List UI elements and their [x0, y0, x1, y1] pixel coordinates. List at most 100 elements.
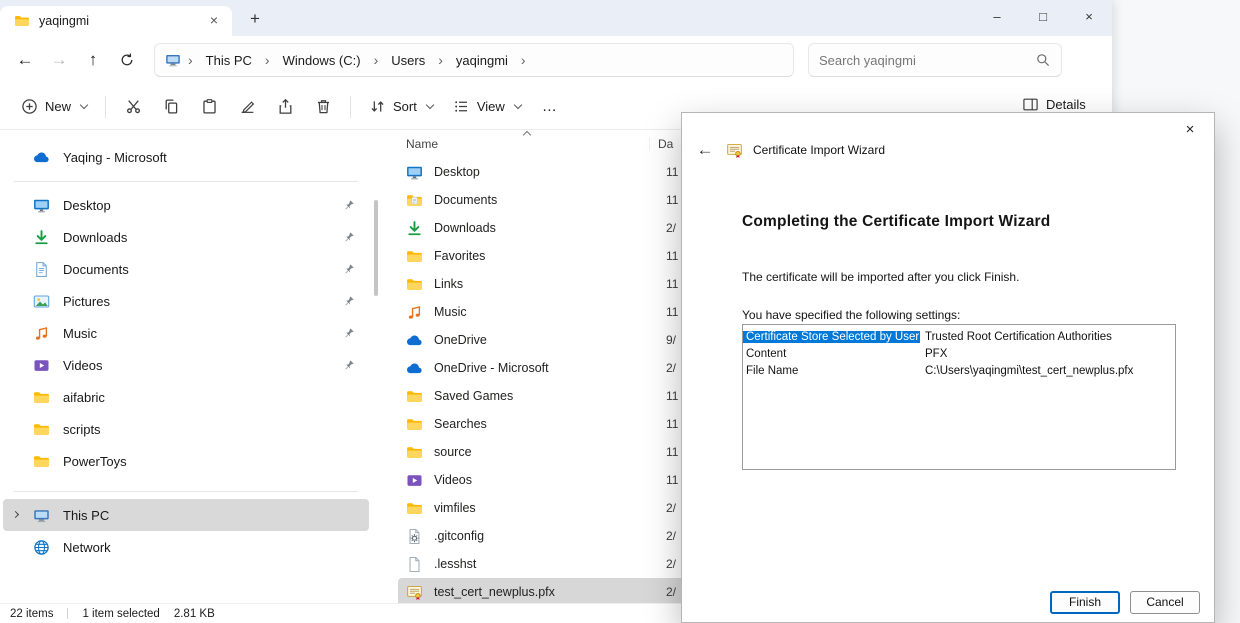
paste-button[interactable]: [191, 91, 227, 123]
selection-count: 1 item selected: [82, 608, 159, 620]
breadcrumb-separator: ›: [369, 52, 384, 68]
file-date: 11: [658, 165, 678, 179]
breadcrumb-users[interactable]: Users: [385, 50, 431, 71]
folder-icon: [33, 453, 50, 470]
chevron-down-icon: [514, 101, 522, 109]
sidebar-item-pictures[interactable]: Pictures: [3, 285, 369, 317]
refresh-button[interactable]: [110, 43, 144, 77]
file-name: source: [434, 445, 472, 459]
sidebar-item-label: Documents: [63, 262, 129, 277]
sidebar-item-music[interactable]: Music: [3, 317, 369, 349]
close-button[interactable]: ×: [1066, 0, 1112, 36]
column-header-name[interactable]: Name: [398, 137, 650, 151]
settings-row[interactable]: Content PFX: [743, 345, 1175, 362]
sidebar-item-scripts[interactable]: scripts: [3, 413, 369, 445]
music-icon: [33, 325, 50, 342]
settings-list[interactable]: Certificate Store Selected by User Trust…: [742, 324, 1176, 470]
cancel-button[interactable]: Cancel: [1130, 591, 1200, 614]
search-icon: [1035, 52, 1051, 68]
setting-value: PFX: [920, 348, 947, 360]
item-count: 22 items: [10, 608, 53, 620]
sidebar-item-label: Videos: [63, 358, 103, 373]
sidebar-item-label: aifabric: [63, 390, 105, 405]
file-name: OneDrive: [434, 333, 487, 347]
copy-button[interactable]: [153, 91, 189, 123]
file-name: Favorites: [434, 249, 485, 263]
setting-key: File Name: [743, 365, 920, 377]
back-button[interactable]: ←: [8, 43, 42, 77]
sidebar-item-label: Network: [63, 540, 111, 555]
sidebar-item-aifabric[interactable]: aifabric: [3, 381, 369, 413]
back-arrow-icon[interactable]: ←: [694, 140, 716, 160]
search-box[interactable]: [808, 43, 1062, 77]
desktop-icon: [406, 164, 423, 181]
file-name: Downloads: [434, 221, 496, 235]
folder-icon: [406, 276, 423, 293]
sidebar-item-powertoys[interactable]: PowerToys: [3, 445, 369, 477]
new-tab-button[interactable]: +: [242, 6, 268, 32]
explorer-tab[interactable]: yaqingmi ×: [0, 6, 232, 36]
file-date: 11: [658, 277, 678, 291]
forward-button[interactable]: →: [42, 43, 76, 77]
folder-icon: [406, 416, 423, 433]
sidebar-divider: [14, 491, 358, 492]
chevron-down-icon: [426, 101, 434, 109]
sidebar-item-downloads[interactable]: Downloads: [3, 221, 369, 253]
pin-icon: [343, 327, 355, 339]
minimize-button[interactable]: –: [974, 0, 1020, 36]
sort-button[interactable]: Sort: [360, 91, 442, 123]
certificate-import-wizard-dialog: × ← Certificate Import Wizard Completing…: [681, 112, 1215, 623]
maximize-button[interactable]: □: [1020, 0, 1066, 36]
file-date: 2/: [658, 221, 676, 235]
file-date: 11: [658, 249, 678, 263]
search-input[interactable]: [819, 53, 1035, 68]
new-button-label: New: [45, 99, 71, 114]
folder-icon: [33, 421, 50, 438]
sidebar-item-label: Yaqing - Microsoft: [63, 150, 167, 165]
share-button[interactable]: [267, 91, 303, 123]
more-options-button[interactable]: …: [532, 91, 568, 123]
breadcrumb[interactable]: › This PC › Windows (C:) › Users › yaqin…: [154, 43, 794, 77]
rename-button[interactable]: [229, 91, 265, 123]
breadcrumb-separator: ›: [433, 52, 448, 68]
this-pc-icon: [165, 52, 181, 68]
sidebar-item-onedrive[interactable]: Yaqing - Microsoft: [3, 140, 369, 174]
cloud-icon: [406, 360, 423, 377]
breadcrumb-yaqingmi[interactable]: yaqingmi: [450, 50, 514, 71]
finish-button[interactable]: Finish: [1050, 591, 1120, 614]
dialog-header: ← Certificate Import Wizard: [694, 140, 885, 160]
sidebar-item-network[interactable]: Network: [3, 531, 369, 563]
column-header-date[interactable]: Da: [650, 137, 673, 151]
breadcrumb-separator: ›: [260, 52, 275, 68]
sidebar-item-videos[interactable]: Videos: [3, 349, 369, 381]
pin-icon: [343, 231, 355, 243]
pictures-icon: [33, 293, 50, 310]
up-button[interactable]: ↑: [76, 43, 110, 77]
dialog-close-icon[interactable]: ×: [1176, 119, 1204, 141]
file-date: 11: [658, 473, 678, 487]
cut-button[interactable]: [115, 91, 151, 123]
videos-icon: [33, 357, 50, 374]
view-button[interactable]: View: [444, 91, 530, 123]
settings-row-selected[interactable]: Certificate Store Selected by User Trust…: [743, 328, 1175, 345]
sidebar-item-this-pc[interactable]: This PC: [3, 499, 369, 531]
file-date: 9/: [658, 333, 676, 347]
sidebar-item-label: Downloads: [63, 230, 127, 245]
dialog-buttons: Finish Cancel: [1050, 591, 1200, 614]
sidebar-item-documents[interactable]: Documents: [3, 253, 369, 285]
delete-button[interactable]: [305, 91, 341, 123]
details-pane-icon: [1022, 96, 1039, 113]
file-date: 11: [658, 417, 678, 431]
breadcrumb-windows-c[interactable]: Windows (C:): [277, 50, 367, 71]
chevron-right-icon[interactable]: [12, 511, 19, 518]
file-name: .lesshst: [434, 557, 476, 571]
setting-value: Trusted Root Certification Authorities: [920, 331, 1112, 343]
settings-row[interactable]: File Name C:\Users\yaqingmi\test_cert_ne…: [743, 362, 1175, 379]
tab-close-icon[interactable]: ×: [204, 11, 224, 31]
folder-icon: [14, 13, 30, 29]
new-button[interactable]: New: [12, 91, 96, 123]
sidebar-item-desktop[interactable]: Desktop: [3, 189, 369, 221]
navigation-bar: ← → ↑ › This PC › Windows (C:) › Users ›…: [0, 36, 1112, 84]
breadcrumb-this-pc[interactable]: This PC: [200, 50, 258, 71]
file-name: Saved Games: [434, 389, 513, 403]
